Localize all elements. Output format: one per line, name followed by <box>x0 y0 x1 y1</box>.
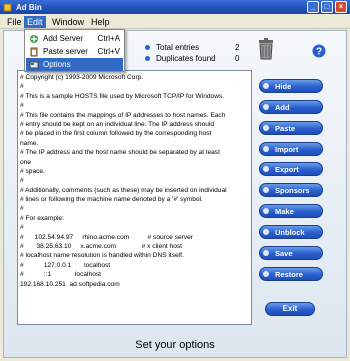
trash-icon[interactable] <box>258 38 274 62</box>
svg-text:?: ? <box>316 47 322 58</box>
hosts-line: # This is a sample HOSTS file used by Mi… <box>20 92 225 100</box>
hosts-line: # <box>20 224 24 232</box>
hosts-line: # <box>20 205 24 213</box>
menu-item-shortcut: Ctrl+A <box>97 34 120 43</box>
exit-button[interactable]: Exit <box>265 302 315 316</box>
side-button-label: Save <box>275 248 293 258</box>
menu-item-label: Options <box>43 60 71 69</box>
hosts-line: # 102.54.94.97 rhino.acme.com # source s… <box>20 233 193 241</box>
side-button[interactable]: Make <box>259 204 323 218</box>
menu-item-options[interactable]: Options <box>26 58 123 71</box>
menu-item-label: Add Server <box>43 34 84 43</box>
add-server-icon <box>29 34 39 44</box>
menu-window[interactable]: Window <box>49 16 87 28</box>
title-bar: Ad Bin _ □ × <box>0 0 350 14</box>
duplicates-value: 0 <box>235 54 240 63</box>
hosts-line: # space. <box>20 167 45 175</box>
button-bullet-icon <box>263 83 269 89</box>
side-button-label: Sponsors <box>275 185 310 195</box>
help-icon[interactable]: ? <box>312 44 326 60</box>
hosts-line: # The IP address and the host name shoul… <box>20 149 220 157</box>
side-button[interactable]: Export <box>259 162 323 176</box>
hosts-line: # 127.0.0.1 localhost <box>20 261 111 269</box>
hosts-line: # For example: <box>20 214 64 222</box>
hosts-line: # <box>20 83 24 91</box>
total-entries-value: 2 <box>235 43 240 52</box>
hosts-file-text[interactable]: # Copyright (c) 1993-2009 Microsoft Corp… <box>17 70 252 325</box>
app-icon <box>3 3 12 12</box>
menu-help[interactable]: Help <box>88 16 113 28</box>
window-title: Ad Bin <box>16 2 42 12</box>
bullet-icon <box>145 45 150 50</box>
button-bullet-icon <box>263 104 269 110</box>
side-button-label: Add <box>275 102 290 112</box>
button-bullet-icon <box>263 229 269 235</box>
paste-icon <box>29 47 39 57</box>
hosts-line: # 38.25.63.10 x.acme.com # x client host <box>20 243 182 251</box>
hosts-line: # <box>20 177 24 185</box>
hosts-line: # This file contains the mappings of IP … <box>20 111 226 119</box>
options-icon <box>29 60 39 70</box>
menu-item-paste-server[interactable]: Paste server Ctrl+V <box>26 45 123 58</box>
hosts-line: # localhost name resolution is handled w… <box>20 252 184 260</box>
button-bullet-icon <box>263 166 269 172</box>
bullet-icon <box>145 56 150 61</box>
side-button-label: Paste <box>275 123 296 133</box>
minimize-button[interactable]: _ <box>307 1 319 13</box>
menu-edit[interactable]: Edit <box>24 16 46 28</box>
side-button-label: Hide <box>275 81 292 91</box>
hosts-line: # <box>20 102 24 110</box>
hosts-line: # lines or following the machine name de… <box>20 196 203 204</box>
menu-file[interactable]: File <box>4 16 25 28</box>
side-button-label: Unblock <box>275 227 305 237</box>
side-button-label: Restore <box>275 269 303 279</box>
button-bullet-icon <box>263 125 269 131</box>
menu-item-add-server[interactable]: Add Server Ctrl+A <box>26 32 123 45</box>
button-bullet-icon <box>263 250 269 256</box>
button-bullet-icon <box>263 187 269 193</box>
hosts-line: # be placed in the first column followed… <box>20 130 212 138</box>
hosts-line: # Additionally, comments (such as these)… <box>20 186 227 194</box>
menu-bar: File Edit Window Help <box>0 14 350 29</box>
side-button-label: Import <box>275 144 299 154</box>
side-button[interactable]: Sponsors <box>259 183 323 197</box>
side-button[interactable]: Hide <box>259 79 323 93</box>
menu-item-label: Paste server <box>43 47 88 56</box>
button-bullet-icon <box>263 208 269 214</box>
side-button-label: Export <box>275 164 299 174</box>
hosts-line: # Copyright (c) 1993-2009 Microsoft Corp… <box>20 74 144 81</box>
side-button[interactable]: Restore <box>259 267 323 281</box>
hosts-line: name. <box>20 139 39 147</box>
maximize-button[interactable]: □ <box>321 1 333 13</box>
side-button[interactable]: Unblock <box>259 225 323 239</box>
hosts-line: 192.168.10.251 ad.softpedia.com <box>20 280 120 288</box>
hosts-line: # ::1 localhost <box>20 271 101 279</box>
side-button[interactable]: Save <box>259 246 323 260</box>
edit-menu-dropdown: Add Server Ctrl+A Paste server Ctrl+V Op… <box>24 29 125 72</box>
duplicates-label: Duplicates found <box>156 54 216 63</box>
close-button[interactable]: × <box>335 1 347 13</box>
side-button[interactable]: Import <box>259 142 323 156</box>
hosts-line: # entry should be kept on an individual … <box>20 120 215 128</box>
side-button[interactable]: Add <box>259 100 323 114</box>
menu-item-shortcut: Ctrl+V <box>97 47 120 56</box>
total-entries-label: Total entries <box>156 43 200 52</box>
button-bullet-icon <box>263 271 269 277</box>
button-bullet-icon <box>263 146 269 152</box>
side-button-label: Make <box>275 206 294 216</box>
side-button[interactable]: Paste <box>259 121 323 135</box>
hosts-line: one <box>20 158 32 166</box>
status-text: Set your options <box>135 339 215 351</box>
